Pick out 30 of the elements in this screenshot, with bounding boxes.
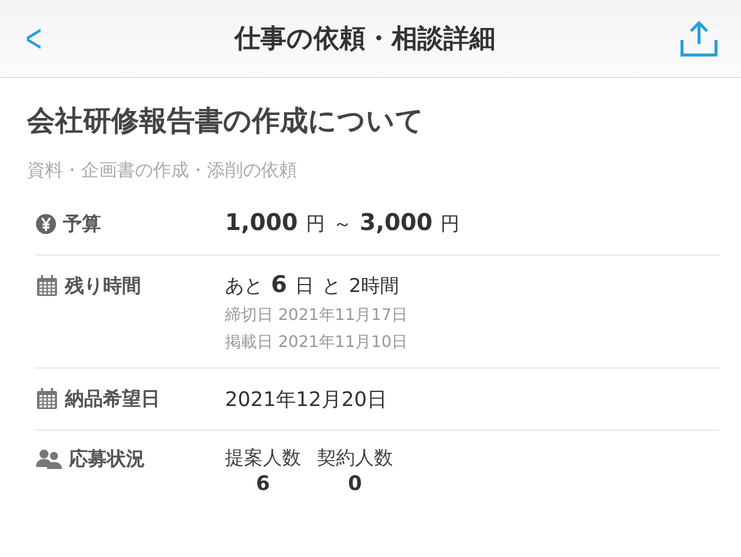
value-text: あと bbox=[225, 274, 263, 299]
value-text: 1,000 bbox=[225, 210, 298, 236]
count-label: 提案人数 bbox=[225, 446, 301, 471]
value-text: 3,000 bbox=[360, 210, 433, 236]
calendar-icon bbox=[35, 274, 59, 298]
delivery-date: 2021年12月20日 bbox=[225, 386, 387, 413]
value-text: 円 bbox=[306, 212, 325, 237]
back-button[interactable]: < bbox=[21, 18, 46, 58]
date-note: 掲載日 2021年11月10日 bbox=[225, 332, 408, 353]
job-title: 会社研修報告書の作成について bbox=[27, 103, 425, 139]
count-value: 0 bbox=[348, 471, 362, 495]
count-value: 6 bbox=[256, 471, 270, 495]
detail-label: 予算 bbox=[63, 212, 101, 237]
calendar-icon bbox=[35, 387, 59, 411]
detail-label: 納品希望日 bbox=[65, 387, 160, 412]
value-text: ～ bbox=[332, 212, 352, 237]
share-button[interactable] bbox=[678, 20, 719, 58]
date-note: 締切日 2021年11月17日 bbox=[225, 305, 408, 326]
page-title: 仕事の依頼・相談詳細 bbox=[234, 23, 496, 56]
value-text: 円 bbox=[440, 212, 460, 237]
detail-label: 残り時間 bbox=[65, 274, 141, 299]
value-text: と bbox=[322, 274, 342, 299]
value-text: 日 bbox=[295, 274, 314, 299]
count-label: 契約人数 bbox=[317, 446, 393, 471]
value-text: 2時間 bbox=[349, 274, 400, 299]
people-icon bbox=[35, 448, 63, 470]
job-category: 資料・企画書の作成・添削の依頼 bbox=[27, 159, 298, 182]
detail-label: 応募状況 bbox=[69, 447, 145, 472]
value-text: 6 bbox=[271, 272, 288, 298]
yen-icon bbox=[35, 213, 57, 235]
